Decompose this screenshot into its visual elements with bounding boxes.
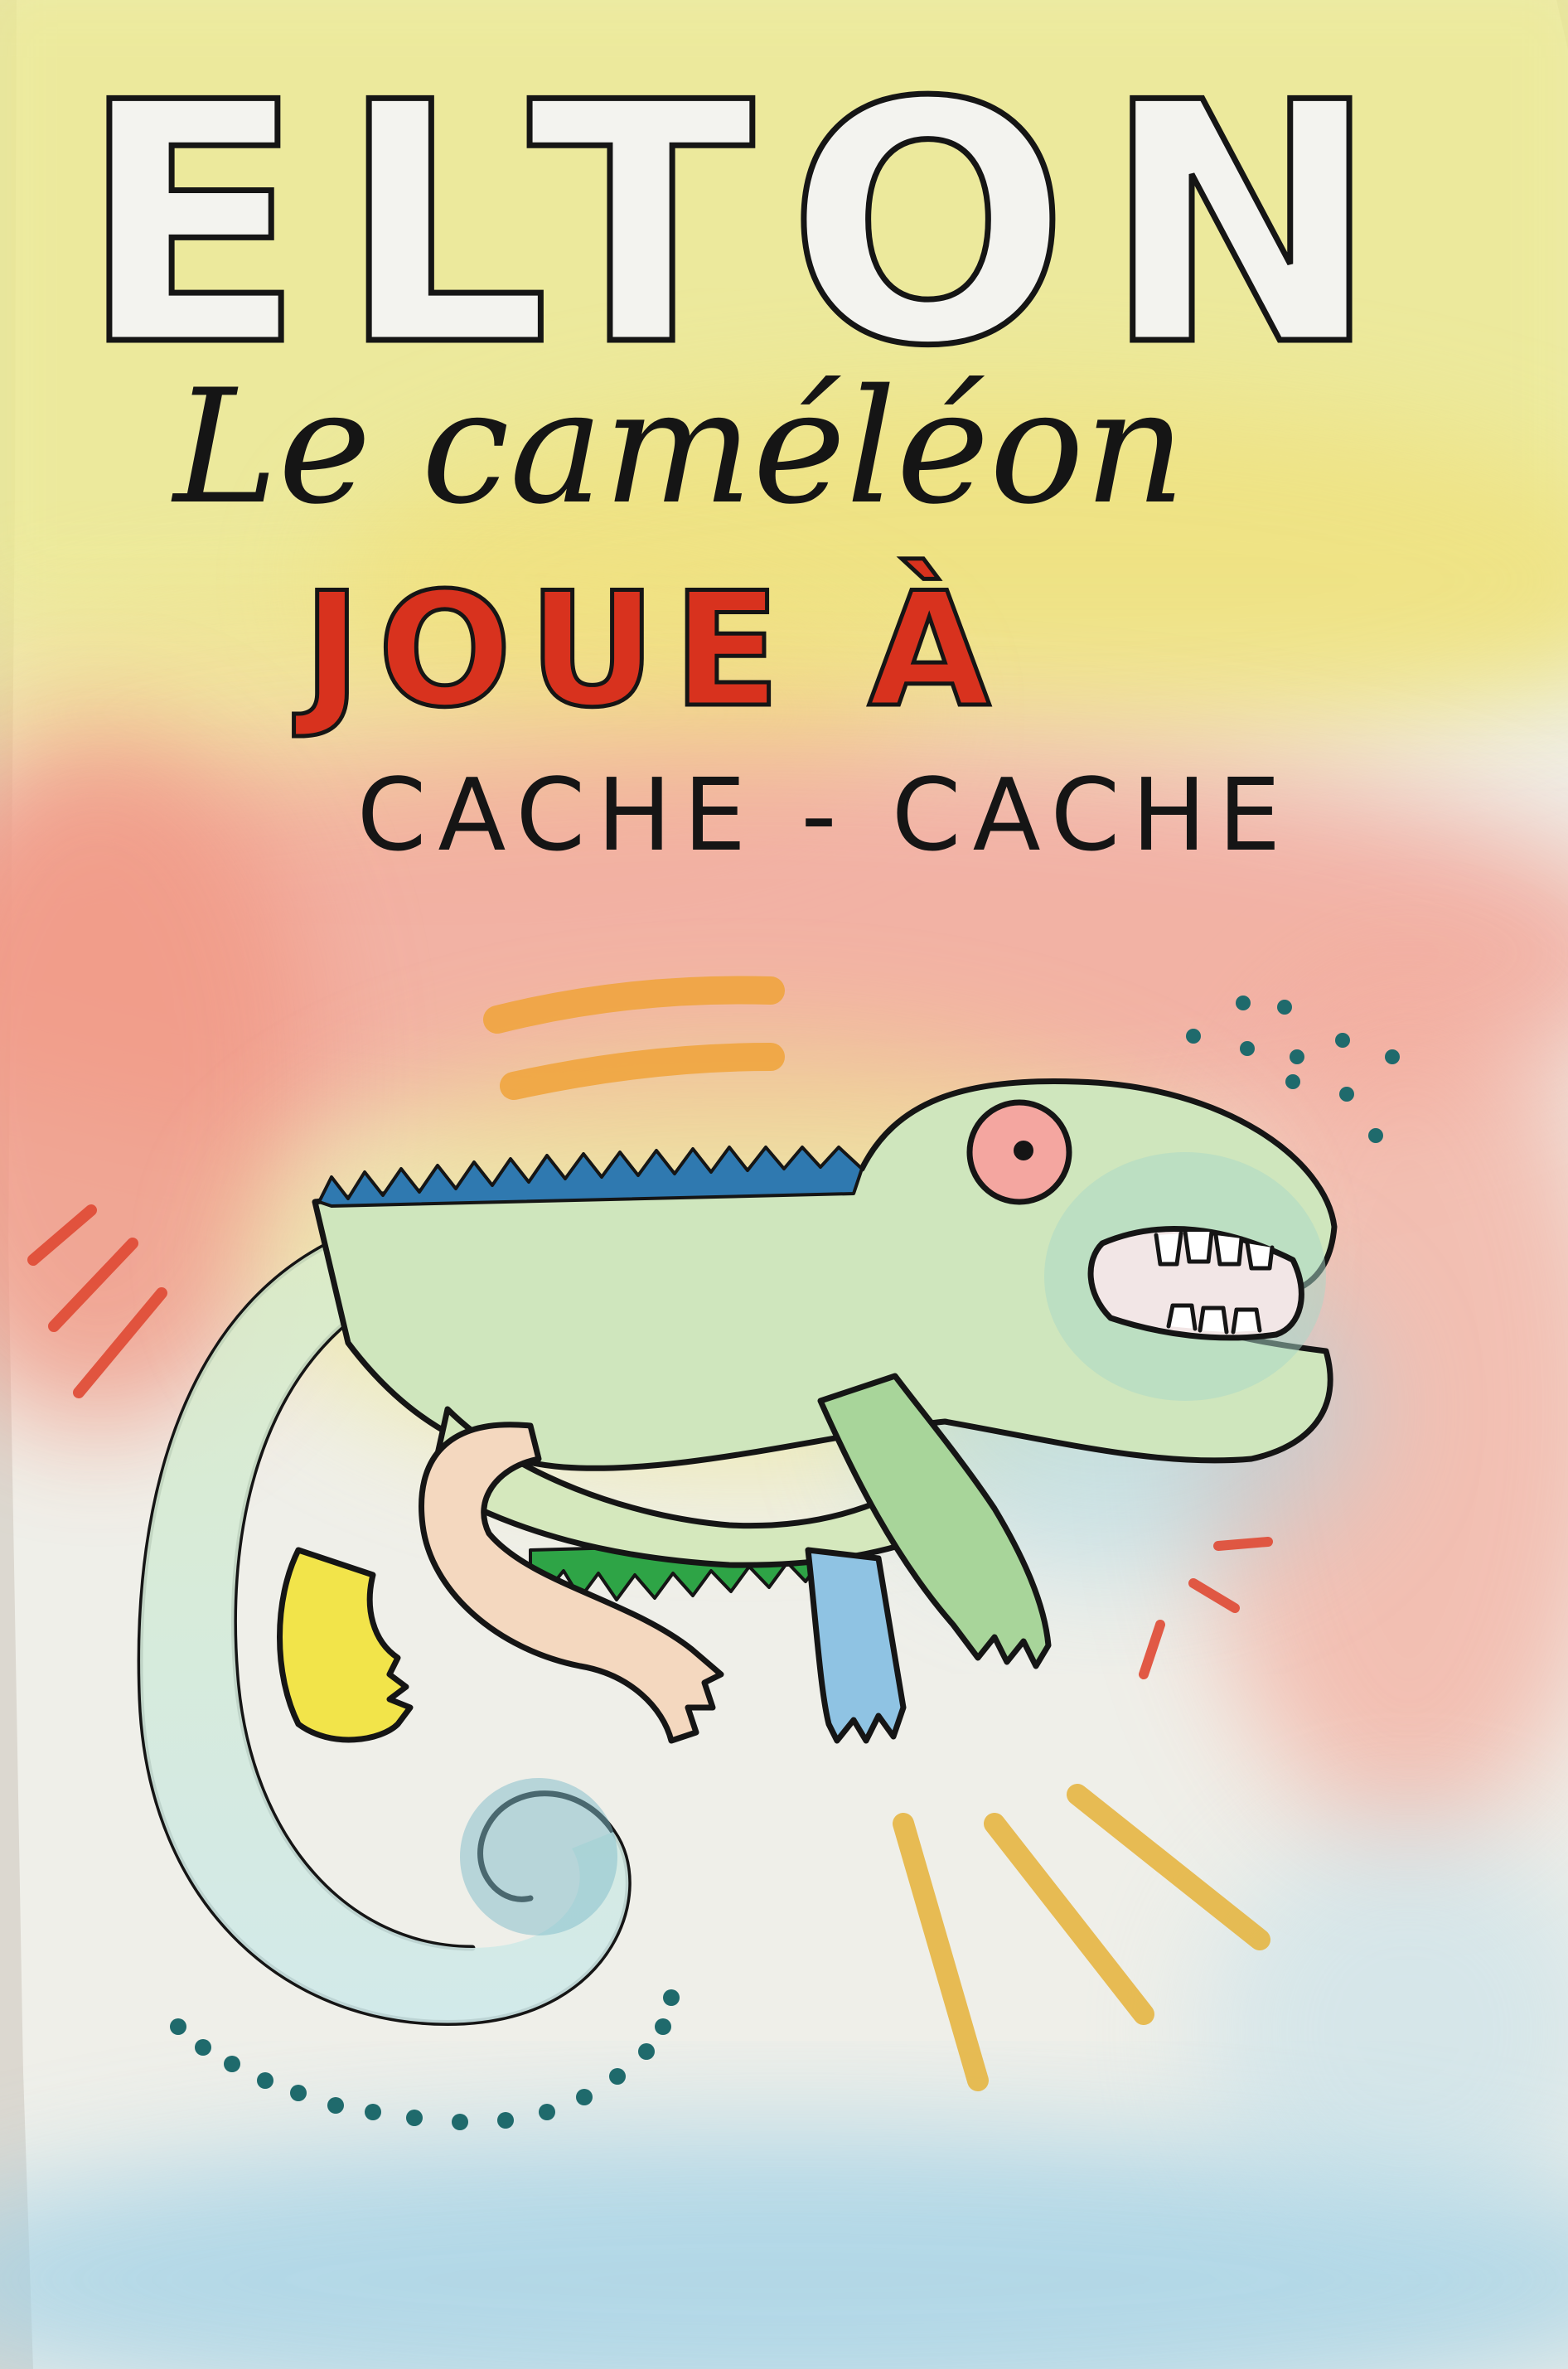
subtitle-le-cameleon: Le caméléon — [171, 356, 1185, 539]
book-cover-illustration: ELTON Le caméléon JOUE À CACHE - CACHE — [0, 0, 1568, 2369]
subtitle-cache-cache: CACHE - CACHE — [357, 758, 1293, 874]
subtitle-joue-a: JOUE À — [293, 558, 1006, 742]
